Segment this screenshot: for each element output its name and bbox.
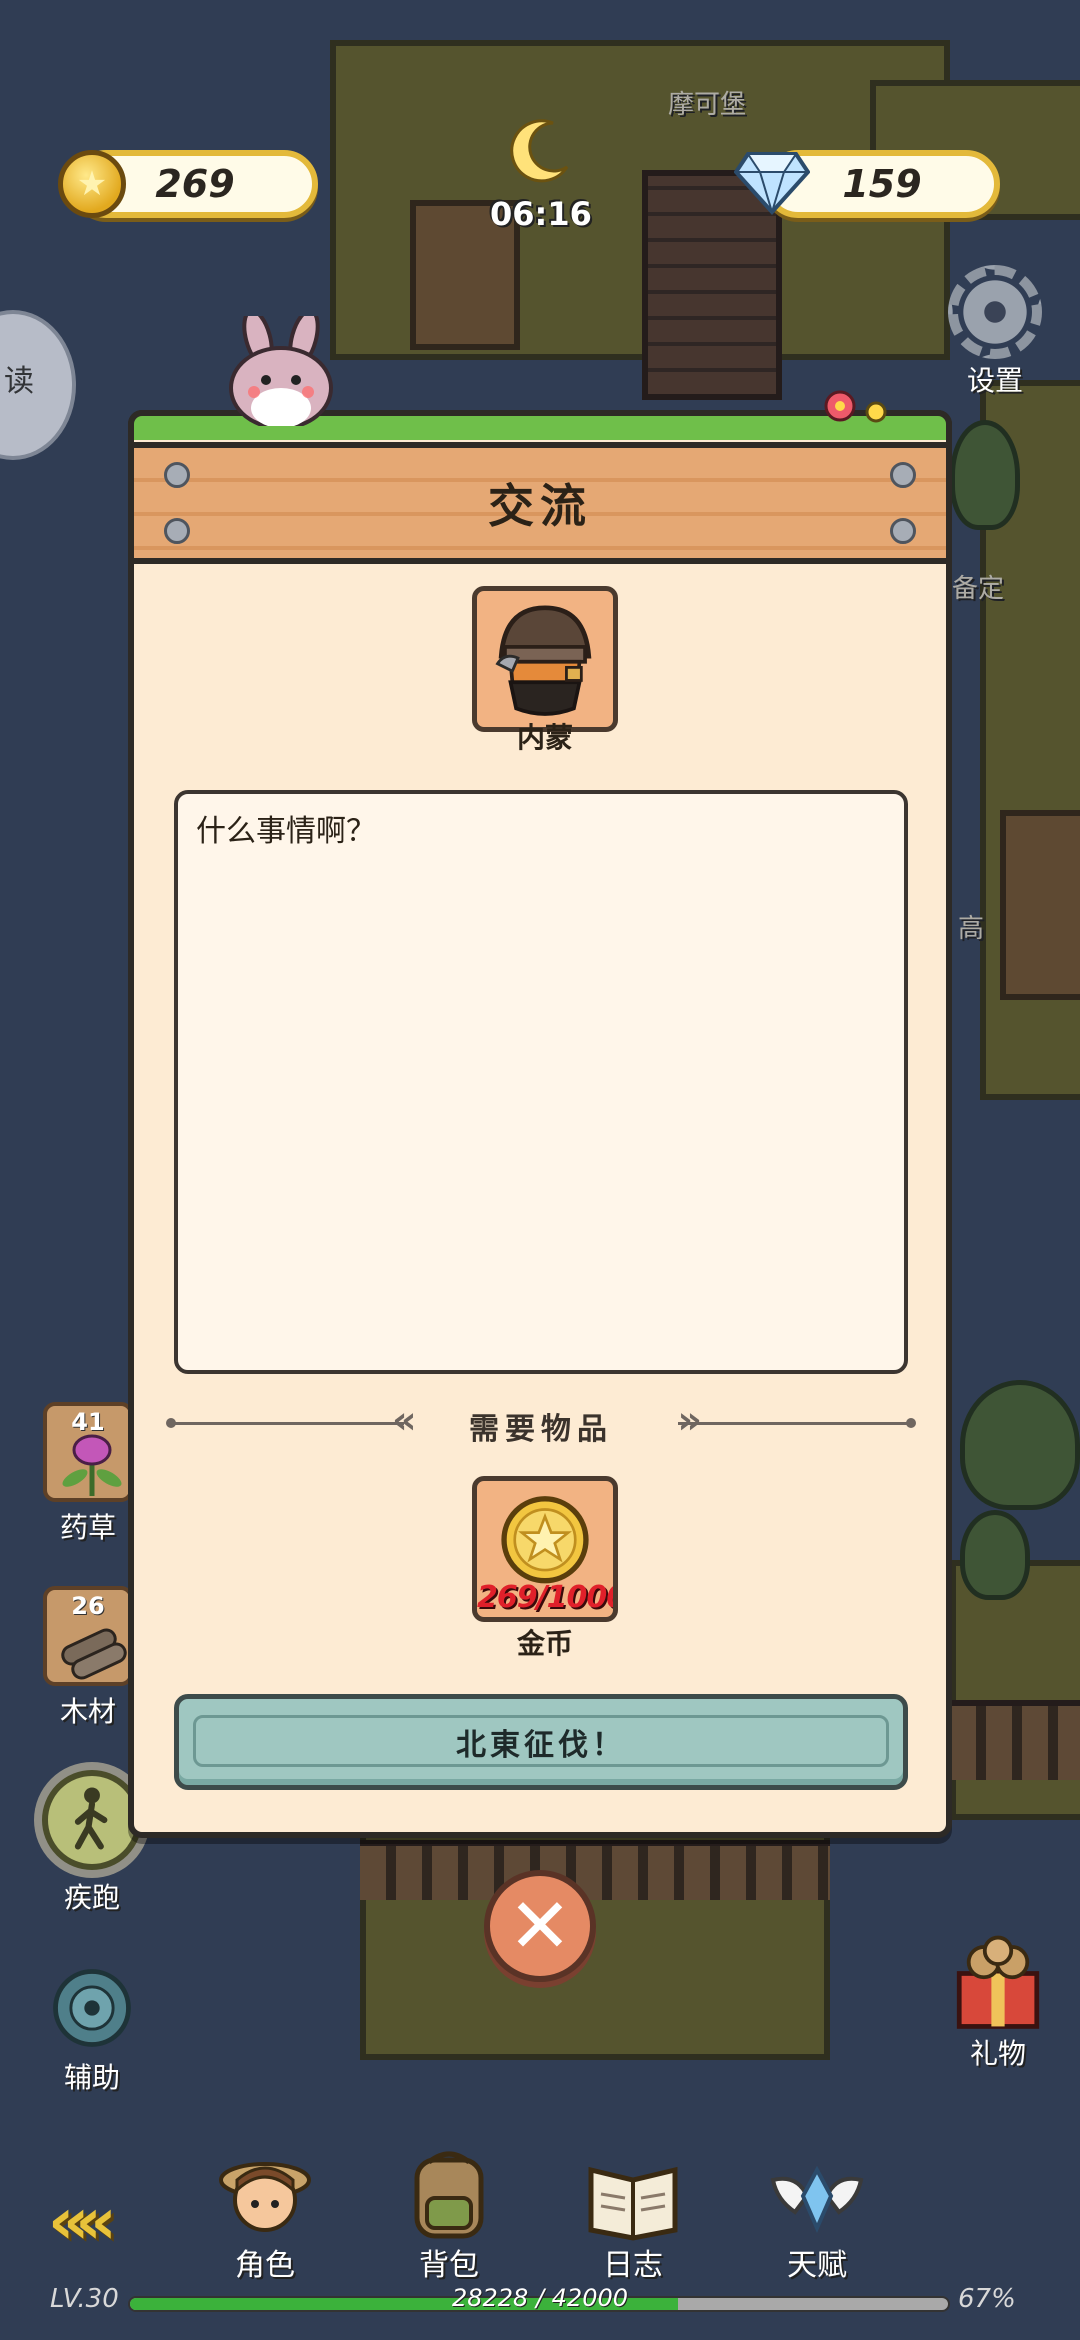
map-tree [960, 1510, 1030, 1600]
npc-name: 内蒙 [516, 721, 573, 754]
nav-journal[interactable]: 日志 [568, 2150, 698, 2284]
run-label: 疾跑 [63, 1881, 120, 1914]
required-items-divider: « 需要物品 » [166, 1398, 916, 1447]
dialog-message: 什么事情啊？ [196, 814, 376, 849]
gem-amount: 159 [842, 162, 922, 206]
wood-count: 26 [71, 1592, 105, 1620]
map-grass-patch [950, 1560, 1080, 1820]
diamond-icon [734, 152, 810, 215]
nav-journal-label: 日志 [603, 2248, 663, 2283]
resource-wood[interactable]: 26 木材 [38, 1586, 138, 1730]
map-dirt-patch [1000, 810, 1080, 1000]
required-item-count: 269/1000 [477, 1580, 618, 1615]
settings-label: 设置 [966, 364, 1023, 397]
rabbit-icon [229, 316, 333, 426]
npc-avatar[interactable] [472, 586, 618, 732]
nav-backpack-label: 背包 [419, 2248, 479, 2283]
talent-icon [770, 2165, 864, 2233]
collapse-menu-button[interactable]: «« [48, 2185, 117, 2259]
xp-progress-percent: 67% [958, 2284, 1016, 2314]
backpack-icon [414, 2151, 484, 2239]
journal-icon [588, 2166, 678, 2241]
side-floating-label: 读 [4, 364, 34, 399]
herb-label: 药草 [59, 1511, 116, 1544]
walking-person-icon [74, 1787, 108, 1850]
character-icon [219, 2162, 311, 2232]
assist-orb-icon [53, 1969, 131, 2047]
settings-button[interactable]: 设置 [940, 265, 1050, 397]
player-level: LV.30 [50, 2284, 119, 2314]
nav-talent[interactable]: 天赋 [752, 2150, 882, 2284]
nav-backpack[interactable]: 背包 [384, 2150, 514, 2284]
close-dialog-button[interactable]: ✕ [484, 1870, 596, 1982]
gear-icon [948, 265, 1042, 359]
flowers-icon [824, 390, 887, 423]
required-item-slot[interactable]: 269/1000 [472, 1476, 618, 1622]
double-chevron-left-icon: «« [48, 2185, 117, 2259]
herb-count: 41 [71, 1408, 105, 1436]
required-items-header: 需要物品 [469, 1412, 613, 1447]
confirm-button[interactable]: 北東征伐！ [174, 1694, 908, 1790]
gold-amount: 269 [155, 162, 235, 206]
ninja-npc-icon [495, 605, 592, 716]
map-label-right: 高 [958, 914, 985, 944]
gift-button[interactable]: 礼物 [938, 1930, 1058, 2072]
moon-icon [510, 119, 569, 183]
dialog-header: 交流 [128, 442, 952, 564]
bolt-icon [890, 462, 916, 488]
dialog-message-box: 什么事情啊？ [174, 790, 908, 1374]
confirm-label: 北東征伐！ [456, 1728, 626, 1763]
dialog-title: 交流 [488, 479, 592, 533]
close-icon: ✕ [508, 1881, 572, 1970]
nav-character-label: 角色 [235, 2248, 295, 2283]
resource-herb[interactable]: 41 药草 [38, 1402, 138, 1546]
exchange-dialog: 交流 内蒙 什么事情啊？ « 需要物品 » 269/1000 金币 北東征伐！ [128, 316, 952, 1838]
assist-button[interactable]: 辅助 [42, 1960, 142, 2096]
map-label-right: 备定 [952, 574, 1005, 604]
required-item-name: 金币 [516, 1627, 573, 1660]
gold-coin-icon: ★ [58, 150, 126, 218]
map-tree [950, 420, 1020, 530]
double-chevron-right-icon: » [677, 1398, 701, 1442]
gift-label: 礼物 [969, 2037, 1026, 2070]
nav-talent-label: 天赋 [787, 2248, 847, 2283]
bolt-icon [164, 462, 190, 488]
map-tree [960, 1380, 1080, 1510]
gift-box-icon [956, 1935, 1040, 2029]
map-label-building: 摩可堡 [668, 90, 747, 120]
map-fence [360, 1840, 830, 1900]
assist-label: 辅助 [63, 2061, 120, 2094]
nav-character[interactable]: 角色 [200, 2150, 330, 2284]
wood-label: 木材 [59, 1695, 116, 1728]
map-fence [950, 1700, 1080, 1780]
xp-progress-text: 28228 / 42000 [451, 2284, 629, 2312]
bolt-icon [164, 518, 190, 544]
game-clock: 06:16 [490, 195, 592, 233]
bolt-icon [890, 518, 916, 544]
